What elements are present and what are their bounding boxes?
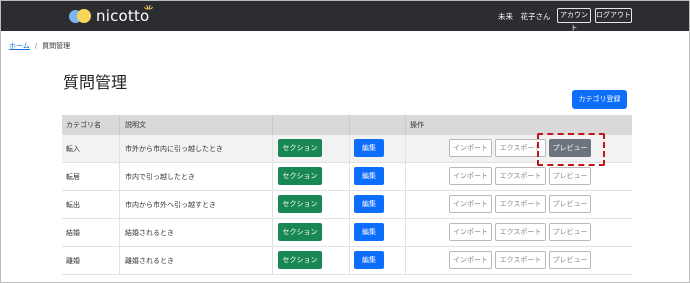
- logo[interactable]: nicotto: [69, 5, 149, 27]
- import-button[interactable]: インポート: [449, 223, 492, 241]
- category-name: 転出: [66, 201, 80, 209]
- breadcrumb-separator: /: [34, 42, 38, 50]
- add-category-button[interactable]: カテゴリ登録: [572, 90, 627, 109]
- table-header: カテゴリ名 説明文 操作: [62, 115, 632, 135]
- breadcrumb-home-link[interactable]: ホーム: [9, 42, 30, 50]
- edit-button[interactable]: 編集: [354, 167, 384, 185]
- edit-button[interactable]: 編集: [354, 251, 384, 269]
- sparkle-icon: [143, 5, 154, 15]
- export-button[interactable]: エクスポート: [495, 223, 546, 241]
- category-name: 転入: [66, 145, 80, 153]
- category-description: 離婚されるとき: [125, 257, 174, 265]
- account-button[interactable]: アカウント: [557, 8, 591, 32]
- user-name: 未来 花子さん: [498, 12, 551, 21]
- preview-button[interactable]: プレビュー: [549, 251, 591, 269]
- breadcrumb-current: 質問管理: [42, 42, 71, 50]
- category-name: 離婚: [66, 257, 80, 265]
- import-button[interactable]: インポート: [449, 167, 492, 185]
- page-title: 質問管理: [63, 73, 128, 92]
- category-description: 市外から市内に引っ越したとき: [125, 145, 223, 153]
- import-button[interactable]: インポート: [449, 251, 492, 269]
- export-button[interactable]: エクスポート: [495, 195, 546, 213]
- export-button[interactable]: エクスポート: [495, 167, 546, 185]
- table-row: 結婚 結婚されるとき セクション 編集 インポート エクスポート プレビュー: [62, 219, 632, 247]
- header-description: 説明文: [125, 121, 146, 129]
- section-button[interactable]: セクション: [278, 251, 322, 269]
- section-button[interactable]: セクション: [278, 195, 322, 213]
- edit-button[interactable]: 編集: [354, 195, 384, 213]
- edit-button[interactable]: 編集: [354, 139, 384, 157]
- import-button[interactable]: インポート: [449, 139, 492, 157]
- category-name: 転居: [66, 173, 80, 181]
- breadcrumb: ホーム / 質問管理: [9, 41, 70, 51]
- table-row: 離婚 離婚されるとき セクション 編集 インポート エクスポート プレビュー: [62, 247, 632, 275]
- preview-button[interactable]: プレビュー: [549, 195, 591, 213]
- app-frame: nicotto 未来 花子さん アカウント ログアウト ホーム / 質問管理 質問管…: [0, 0, 690, 283]
- category-description: 市内で引っ越したとき: [125, 173, 195, 181]
- preview-button[interactable]: プレビュー: [549, 223, 591, 241]
- category-description: 結婚されるとき: [125, 229, 174, 237]
- table-row: 転居 市内で引っ越したとき セクション 編集 インポート エクスポート プレビュ…: [62, 163, 632, 191]
- section-button[interactable]: セクション: [278, 167, 322, 185]
- header-operations: 操作: [410, 121, 424, 129]
- preview-highlight-box: [537, 133, 605, 166]
- table-row: 転出 市内から市外へ引っ越すとき セクション 編集 インポート エクスポート プ…: [62, 191, 632, 219]
- edit-button[interactable]: 編集: [354, 223, 384, 241]
- import-button[interactable]: インポート: [449, 195, 492, 213]
- section-button[interactable]: セクション: [278, 139, 322, 157]
- top-navbar: nicotto 未来 花子さん アカウント ログアウト: [1, 1, 689, 32]
- logo-mark-icon: [69, 7, 93, 25]
- logo-text: nicotto: [96, 7, 150, 25]
- preview-button[interactable]: プレビュー: [549, 167, 591, 185]
- category-name: 結婚: [66, 229, 80, 237]
- logout-button[interactable]: ログアウト: [595, 8, 632, 23]
- header-category: カテゴリ名: [66, 121, 101, 129]
- export-button[interactable]: エクスポート: [495, 251, 546, 269]
- category-description: 市内から市外へ引っ越すとき: [125, 201, 216, 209]
- section-button[interactable]: セクション: [278, 223, 322, 241]
